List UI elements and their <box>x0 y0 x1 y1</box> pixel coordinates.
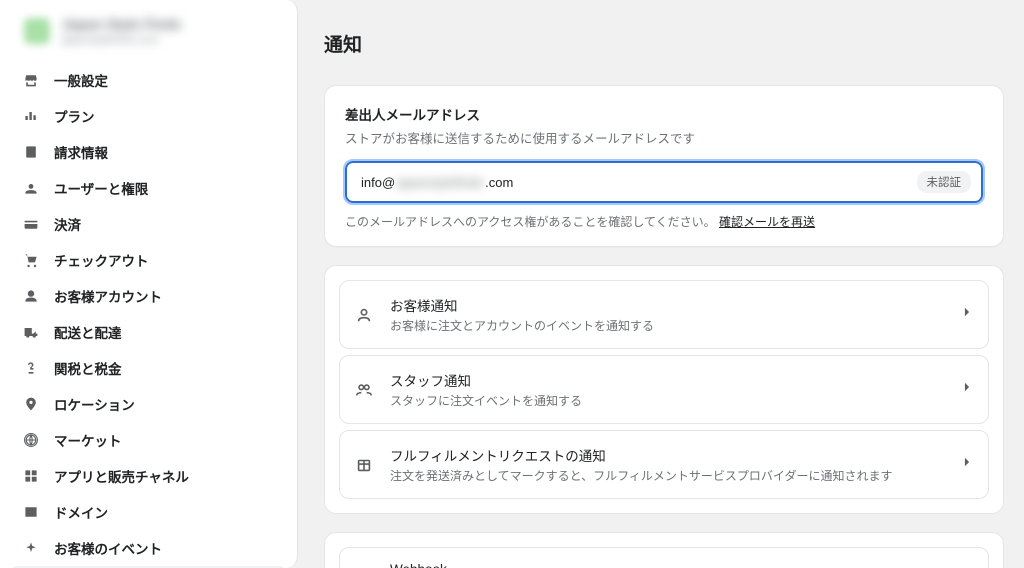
list-body: フルフィルメントリクエストの通知 注文を発送済みとしてマークすると、フルフィルメ… <box>390 445 944 484</box>
sidebar-item-label: アプリと販売チャネル <box>54 466 189 486</box>
shipping-icon <box>22 323 40 341</box>
list-desc: スタッフに注文イベントを通知する <box>390 392 944 409</box>
people-icon <box>354 380 374 400</box>
sidebar-nav: 一般設定 プラン 請求情報 ユーザーと権限 決済 チェックアウト お客様アカウン… <box>0 60 297 568</box>
sidebar-item-customer-accounts[interactable]: お客様アカウント <box>10 278 287 314</box>
sidebar-item-payments[interactable]: 決済 <box>10 206 287 242</box>
webhook-row[interactable]: Webhook ストアイベントに関するXML通知またはJSON通知をURLに送信… <box>339 547 989 568</box>
customer-notifications-row[interactable]: お客様通知 お客様に注文とアカウントのイベントを通知する <box>339 280 989 349</box>
chevron-right-icon <box>960 455 974 474</box>
sidebar-item-general[interactable]: 一般設定 <box>10 62 287 98</box>
store-name: Japan Style Finds <box>62 16 181 32</box>
sidebar-item-label: お客様のイベント <box>54 538 162 558</box>
plan-icon <box>22 107 40 125</box>
sender-email-desc: ストアがお客様に送信するために使用するメールアドレスです <box>345 128 983 147</box>
main-content: 通知 差出人メールアドレス ストアがお客様に送信するために使用するメールアドレス… <box>298 0 1024 568</box>
store-avatar <box>24 18 50 44</box>
sidebar-item-customer-events[interactable]: お客様のイベント <box>10 530 287 566</box>
billing-icon <box>22 143 40 161</box>
settings-sidebar: Japan Style Finds japanstylefinds.com 一般… <box>0 0 298 568</box>
domain-icon <box>22 503 40 521</box>
list-title: Webhook <box>390 562 944 568</box>
resend-verification-link[interactable]: 確認メールを再送 <box>719 215 815 229</box>
sidebar-item-label: 配送と配達 <box>54 322 122 342</box>
fulfillment-notifications-row[interactable]: フルフィルメントリクエストの通知 注文を発送済みとしてマークすると、フルフィルメ… <box>339 430 989 499</box>
payments-icon <box>22 215 40 233</box>
sidebar-item-locations[interactable]: ロケーション <box>10 386 287 422</box>
sidebar-item-billing[interactable]: 請求情報 <box>10 134 287 170</box>
sidebar-item-label: プラン <box>54 106 95 126</box>
list-body: お客様通知 お客様に注文とアカウントのイベントを通知する <box>390 295 944 334</box>
sidebar-item-label: 関税と税金 <box>54 358 122 378</box>
list-body: スタッフ通知 スタッフに注文イベントを通知する <box>390 370 944 409</box>
list-title: スタッフ通知 <box>390 370 944 390</box>
cart-icon <box>22 251 40 269</box>
sender-email-card: 差出人メールアドレス ストアがお客様に送信するために使用するメールアドレスです … <box>324 85 1004 247</box>
sidebar-item-label: ユーザーと権限 <box>54 178 148 198</box>
sidebar-item-label: 一般設定 <box>54 70 108 90</box>
events-icon <box>22 539 40 557</box>
chevron-right-icon <box>960 305 974 324</box>
chevron-right-icon <box>960 380 974 399</box>
sidebar-item-apps[interactable]: アプリと販売チャネル <box>10 458 287 494</box>
list-title: お客様通知 <box>390 295 944 315</box>
sidebar-item-users[interactable]: ユーザーと権限 <box>10 170 287 206</box>
sidebar-item-domains[interactable]: ドメイン <box>10 494 287 530</box>
store-domain: japanstylefinds.com <box>62 34 181 46</box>
list-body: Webhook ストアイベントに関するXML通知またはJSON通知をURLに送信… <box>390 562 944 568</box>
sidebar-item-shipping[interactable]: 配送と配達 <box>10 314 287 350</box>
sidebar-item-markets[interactable]: マーケット <box>10 422 287 458</box>
globe-icon <box>22 431 40 449</box>
staff-notifications-row[interactable]: スタッフ通知 スタッフに注文イベントを通知する <box>339 355 989 424</box>
apps-icon <box>22 467 40 485</box>
sidebar-item-taxes[interactable]: 関税と税金 <box>10 350 287 386</box>
users-icon <box>22 179 40 197</box>
sidebar-item-label: ロケーション <box>54 394 135 414</box>
person-icon <box>354 305 374 325</box>
sender-email-input[interactable]: info@japanstylefinds.com 未認証 <box>345 161 983 203</box>
sidebar-item-label: お客様アカウント <box>54 286 162 306</box>
sidebar-item-plan[interactable]: プラン <box>10 98 287 134</box>
list-desc: 注文を発送済みとしてマークすると、フルフィルメントサービスプロバイダーに通知され… <box>390 467 944 484</box>
store-header[interactable]: Japan Style Finds japanstylefinds.com <box>0 14 297 60</box>
list-desc: お客様に注文とアカウントのイベントを通知する <box>390 317 944 334</box>
location-icon <box>22 395 40 413</box>
sender-email-value: info@japanstylefinds.com <box>361 175 909 190</box>
store-icon <box>22 71 40 89</box>
webhooks-card: Webhook ストアイベントに関するXML通知またはJSON通知をURLに送信… <box>324 532 1004 568</box>
sidebar-item-label: 決済 <box>54 214 81 234</box>
sidebar-item-label: マーケット <box>54 430 122 450</box>
store-info: Japan Style Finds japanstylefinds.com <box>62 16 181 46</box>
sidebar-item-label: 請求情報 <box>54 142 108 162</box>
page-title: 通知 <box>324 30 1004 57</box>
sender-email-title: 差出人メールアドレス <box>345 104 983 124</box>
account-icon <box>22 287 40 305</box>
notification-groups-card: お客様通知 お客様に注文とアカウントのイベントを通知する スタッフ通知 スタッフ… <box>324 265 1004 514</box>
list-title: フルフィルメントリクエストの通知 <box>390 445 944 465</box>
package-icon <box>354 455 374 475</box>
taxes-icon <box>22 359 40 377</box>
sidebar-item-checkout[interactable]: チェックアウト <box>10 242 287 278</box>
sidebar-item-label: チェックアウト <box>54 250 149 270</box>
sidebar-item-label: ドメイン <box>54 502 108 522</box>
unverified-badge: 未認証 <box>917 171 972 193</box>
sender-email-hint: このメールアドレスへのアクセス権があることを確認してください。 確認メールを再送 <box>345 213 983 230</box>
